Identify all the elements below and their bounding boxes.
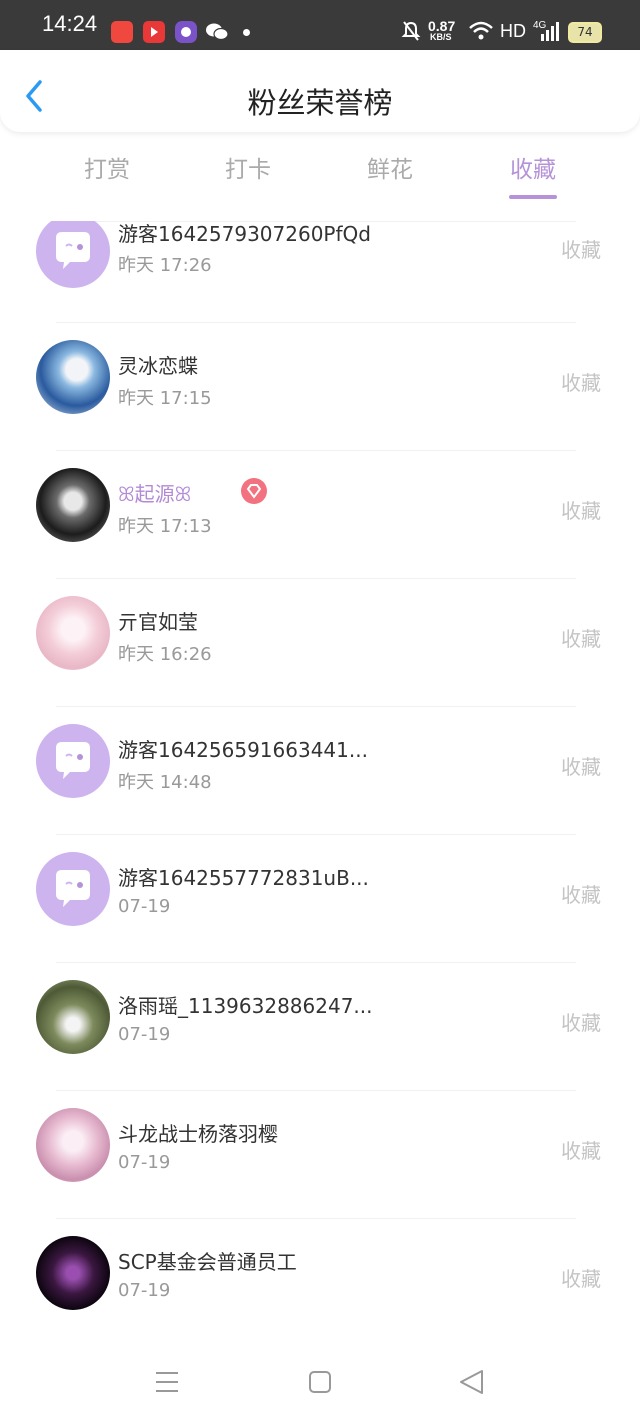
list-item[interactable]: 游客164256591663441... 昨天 14:48 收藏 — [0, 706, 640, 834]
menu-button[interactable] — [148, 1368, 188, 1398]
collect-action[interactable]: 收藏 — [561, 623, 601, 652]
fan-time: 07-19 — [118, 1152, 171, 1173]
collect-action[interactable]: 收藏 — [561, 495, 601, 524]
tab-bar: 打赏 打卡 鲜花 收藏 — [0, 150, 640, 202]
tab-checkin[interactable]: 打卡 — [198, 150, 298, 184]
notification-dot — [243, 29, 250, 36]
list-item[interactable]: 游客1642579307260PfQd 昨天 17:26 收藏 — [0, 221, 640, 322]
heart-badge-icon — [241, 478, 267, 504]
page-title: 粉丝荣誉榜 — [247, 86, 393, 120]
fan-time: 昨天 17:26 — [118, 255, 212, 276]
collect-action[interactable]: 收藏 — [561, 1007, 601, 1036]
chat-bubble-icon — [56, 870, 90, 907]
status-time: 14:24 — [42, 11, 98, 36]
guest-avatar — [36, 221, 110, 288]
fan-name: 游客1642557772831uB... — [118, 866, 369, 890]
triangle-back-icon — [460, 1370, 483, 1394]
fan-list: 游客1642579307260PfQd 昨天 17:26 收藏 灵冰恋蝶 昨天 … — [0, 221, 640, 1321]
list-item[interactable]: 亓官如莹 昨天 16:26 收藏 — [0, 578, 640, 706]
fan-time: 07-19 — [118, 896, 171, 917]
menu-icon — [156, 1372, 178, 1392]
collect-action[interactable]: 收藏 — [561, 367, 601, 396]
fan-time: 昨天 14:48 — [118, 772, 212, 793]
photo-avatar — [36, 980, 110, 1054]
photo-avatar — [36, 1236, 110, 1310]
guest-avatar — [36, 724, 110, 798]
status-bar: 14:24 0.87 KB/S HD 4G 74 — [0, 0, 640, 50]
tab-collection-label: 收藏 — [510, 157, 556, 183]
video-app-icon — [143, 21, 165, 43]
list-item[interactable]: 游客1642557772831uB... 07-19 收藏 — [0, 834, 640, 962]
chat-bubble-icon — [56, 232, 90, 269]
photo-avatar — [36, 596, 110, 670]
fan-name: 亓官如莹 — [118, 610, 198, 634]
fan-name: 游客1642579307260PfQd — [118, 222, 371, 246]
fan-time: 昨天 16:26 — [118, 644, 212, 665]
chat-bubble-icon — [56, 742, 90, 779]
collect-action[interactable]: 收藏 — [561, 1135, 601, 1164]
tab-flowers[interactable]: 鲜花 — [340, 150, 440, 184]
network-speed-unit: KB/S — [430, 32, 452, 42]
fan-name: SCP基金会普通员工 — [118, 1250, 297, 1274]
fan-name: ꕤ起源ꕤ — [118, 482, 192, 506]
fan-name: 游客164256591663441... — [118, 738, 368, 762]
fan-time: 昨天 17:13 — [118, 516, 212, 537]
signal-icon — [540, 20, 560, 46]
purple-app-icon — [175, 21, 197, 43]
fan-time: 07-19 — [118, 1280, 171, 1301]
list-item[interactable]: 洛雨瑶_1139632886247... 07-19 收藏 — [0, 962, 640, 1090]
collect-action[interactable]: 收藏 — [561, 1263, 601, 1292]
photo-avatar — [36, 1108, 110, 1182]
tab-reward[interactable]: 打赏 — [57, 150, 157, 184]
list-item[interactable]: 斗龙战士杨落羽樱 07-19 收藏 — [0, 1090, 640, 1218]
list-item[interactable]: SCP基金会普通员工 07-19 收藏 — [0, 1218, 640, 1321]
fan-name: 斗龙战士杨落羽樱 — [118, 1122, 278, 1146]
home-button[interactable] — [300, 1368, 340, 1398]
wechat-icon — [205, 21, 229, 47]
tab-collection[interactable]: 收藏 — [483, 150, 583, 199]
square-icon — [309, 1371, 331, 1393]
fan-name: 洛雨瑶_1139632886247... — [118, 994, 373, 1018]
fan-time: 昨天 17:15 — [118, 388, 212, 409]
fan-name: 灵冰恋蝶 — [118, 354, 198, 378]
back-nav-button[interactable] — [452, 1368, 492, 1398]
photo-avatar — [36, 468, 110, 542]
header: 粉丝荣誉榜 — [0, 50, 640, 132]
app-notification-icon — [111, 21, 133, 43]
collect-action[interactable]: 收藏 — [561, 879, 601, 908]
list-item[interactable]: ꕤ起源ꕤ 昨天 17:13 收藏 — [0, 450, 640, 578]
battery-indicator: 74 — [568, 22, 602, 43]
fan-time: 07-19 — [118, 1024, 171, 1045]
active-tab-indicator — [509, 195, 557, 199]
list-item[interactable]: 灵冰恋蝶 昨天 17:15 收藏 — [0, 322, 640, 450]
hd-indicator: HD — [500, 21, 526, 41]
collect-action[interactable]: 收藏 — [561, 234, 601, 263]
guest-avatar — [36, 852, 110, 926]
photo-avatar — [36, 340, 110, 414]
collect-action[interactable]: 收藏 — [561, 751, 601, 780]
system-nav-bar — [0, 1340, 640, 1422]
mute-bell-icon — [401, 20, 421, 46]
wifi-icon — [468, 20, 494, 46]
